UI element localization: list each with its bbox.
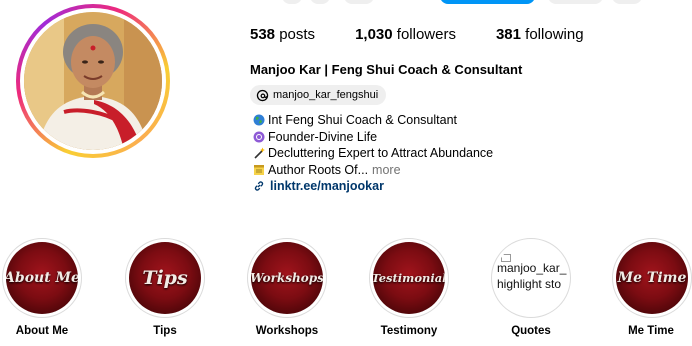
followers-label: followers	[396, 26, 456, 43]
highlight-cover: Testimonial	[373, 242, 445, 314]
bio-text: Founder-Divine Life	[268, 129, 378, 144]
highlight-label[interactable]: Tips	[115, 325, 215, 337]
bio-text: Author Roots Of...	[268, 162, 369, 177]
broken-image-alt-text: manjoo_kar_ highlight sto	[497, 260, 566, 292]
follow-button[interactable]	[440, 0, 535, 4]
following-count: 381	[495, 26, 521, 43]
following-label: following	[525, 26, 584, 43]
highlight-cover-broken-image: manjoo_kar_ highlight sto	[495, 242, 567, 314]
top-action-button[interactable]	[310, 0, 330, 4]
posts-label: posts	[279, 26, 316, 43]
link-icon	[254, 181, 264, 191]
bio-link-text: linktr.ee/manjookar	[270, 179, 384, 193]
bio-text: Int Feng Shui Coach & Consultant	[268, 113, 458, 127]
more-options-button[interactable]	[612, 0, 642, 4]
message-button[interactable]	[548, 0, 603, 4]
following-stat[interactable]: 381 following	[496, 26, 584, 43]
profile-page: 538 posts 1,030 followers 381 following …	[0, 0, 692, 346]
threads-icon	[256, 89, 269, 101]
highlight-cover-title: Me Time	[617, 270, 687, 286]
highlight-quotes[interactable]: manjoo_kar_ highlight sto	[491, 238, 571, 318]
highlight-cover: Workshops	[251, 242, 323, 314]
bio-text: Decluttering Expert to Attract Abundance	[268, 146, 494, 160]
alt-text-line: highlight sto	[497, 277, 562, 291]
highlight-cover-title: Tips	[142, 267, 188, 289]
threads-badge[interactable]: manjoo_kar_fengshui	[250, 85, 387, 105]
highlight-label[interactable]: Quotes	[481, 325, 581, 337]
highlight-me-time[interactable]: Me Time	[612, 238, 692, 318]
bio-line: Founder-Divine Life	[253, 129, 493, 146]
bio-link[interactable]: linktr.ee/manjookar	[253, 178, 493, 195]
posts-count: 538	[250, 26, 276, 43]
bio-more-link[interactable]: more	[372, 162, 400, 179]
highlight-cover-title: About Me	[6, 270, 78, 286]
highlight-cover: About Me	[6, 242, 78, 314]
followers-count: 1,030	[355, 26, 393, 43]
bio-line: Author Roots Of... more	[253, 162, 493, 179]
highlight-cover: Me Time	[616, 242, 688, 314]
profile-bio: Int Feng Shui Coach & Consultant Founder…	[253, 112, 493, 195]
notepad-emoji-icon	[254, 164, 264, 175]
top-action-button[interactable]	[344, 0, 374, 4]
top-action-button[interactable]	[282, 0, 302, 4]
posts-stat: 538 posts	[250, 26, 315, 43]
highlight-cover-title: Workshops	[251, 271, 323, 285]
highlight-about-me[interactable]: About Me	[2, 238, 82, 318]
threads-handle: manjoo_kar_fengshui	[273, 89, 379, 101]
profile-avatar[interactable]	[16, 4, 170, 158]
globe-emoji-icon	[253, 114, 265, 126]
highlight-workshops[interactable]: Workshops	[247, 238, 327, 318]
avatar-photo	[24, 12, 162, 150]
followers-stat[interactable]: 1,030 followers	[355, 26, 456, 43]
bio-line: Int Feng Shui Coach & Consultant	[253, 112, 493, 129]
magic-wand-emoji-icon	[254, 147, 265, 159]
profile-stats: 538 posts 1,030 followers 381 following	[250, 26, 624, 43]
purple-circle-emoji-icon	[253, 131, 265, 143]
highlight-cover: Tips	[129, 242, 201, 314]
alt-text-line: manjoo_kar_	[497, 261, 567, 275]
highlight-tips[interactable]: Tips	[125, 238, 205, 318]
highlight-label[interactable]: About Me	[0, 325, 92, 337]
highlight-label[interactable]: Workshops	[237, 325, 337, 337]
highlight-label[interactable]: Testimony	[359, 325, 459, 337]
profile-name: Manjoo Kar | Feng Shui Coach & Consultan…	[250, 62, 523, 77]
bio-line: Decluttering Expert to Attract Abundance	[253, 145, 493, 162]
highlight-cover-title: Testimonial	[373, 271, 445, 285]
highlight-label[interactable]: Me Time	[601, 325, 692, 337]
highlight-testimony[interactable]: Testimonial	[369, 238, 449, 318]
